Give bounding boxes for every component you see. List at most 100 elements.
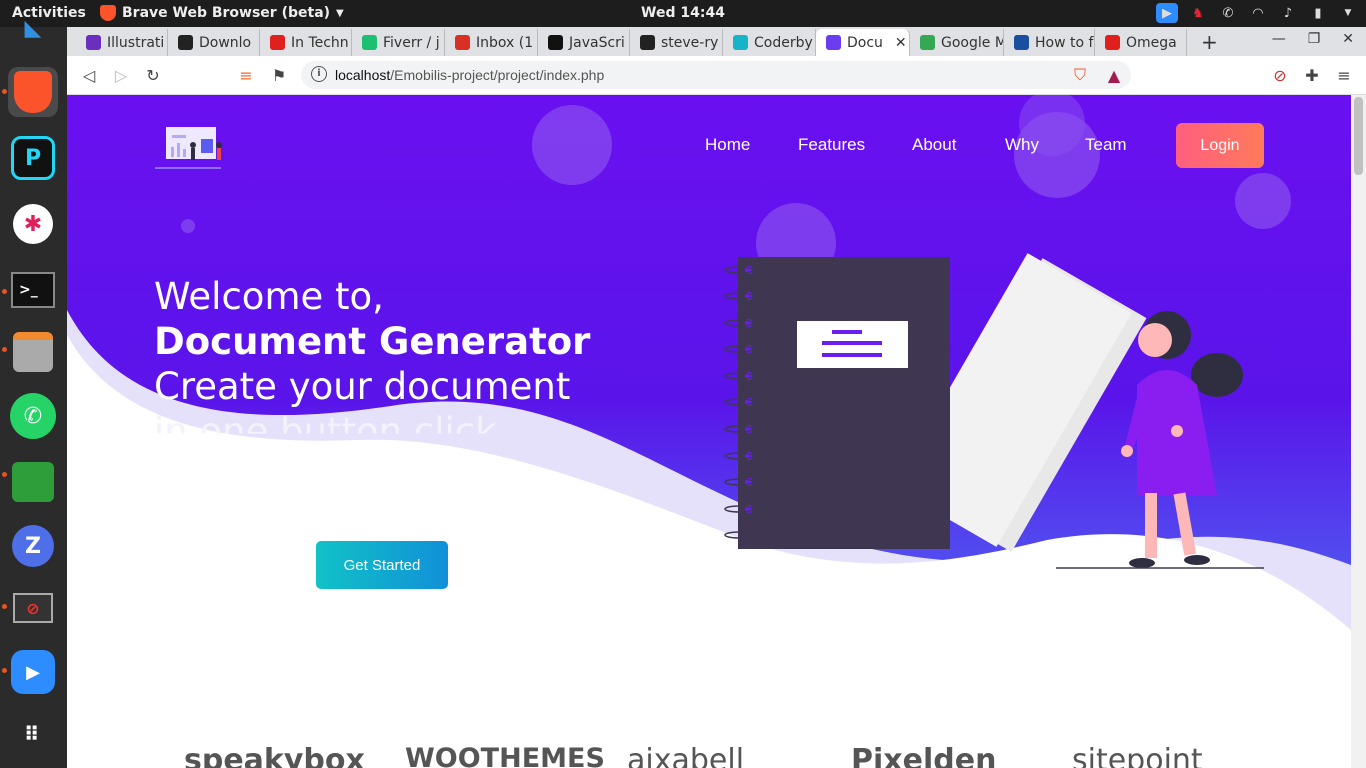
running-indicator (2, 347, 7, 352)
tab-10[interactable]: How to f (1004, 29, 1095, 56)
partner-logo-aixabell: aixabell (627, 743, 745, 768)
reload-icon[interactable]: ↻ (142, 64, 164, 86)
vscode-dock-icon[interactable]: ◣ (8, 13, 58, 43)
dock: ◣ P ✱ >_ ✆ Z ⊘ ▶ ⠿ (0, 16, 67, 768)
tab-favicon-icon (270, 35, 285, 50)
close-tab-icon[interactable]: ✕ (895, 35, 907, 51)
zoom-dock-icon[interactable]: ▶ (8, 647, 58, 697)
page-scrollbar[interactable] (1351, 95, 1366, 768)
whatsapp-tray-icon[interactable]: ✆ (1218, 3, 1238, 23)
nav-home[interactable]: Home (705, 135, 750, 155)
browser-toolbar: ◁ ▷ ↻ ≡ ⚑ i localhost/Emobilis-project/p… (67, 56, 1366, 95)
extension-blocker-icon[interactable]: ⊘ (1269, 64, 1291, 86)
nav-features[interactable]: Features (798, 135, 865, 155)
tab-label: Downlo (199, 34, 252, 51)
tab-favicon-icon (920, 35, 935, 50)
battery-icon[interactable]: ▮ (1308, 3, 1328, 23)
tab-label: Coderby (754, 34, 813, 51)
pycharm-dock-icon[interactable]: P (8, 133, 58, 183)
login-button[interactable]: Login (1176, 123, 1264, 168)
tab-label: In Techn (291, 34, 349, 51)
app-name: Brave Web Browser (beta) (122, 5, 331, 21)
hero-title: Document Generator (154, 320, 591, 363)
address-bar[interactable]: i localhost/Emobilis-project/project/ind… (301, 61, 1131, 89)
tab-favicon-icon (362, 35, 377, 50)
tab-9[interactable]: Google M (910, 29, 1004, 56)
tab-label: Illustrati (107, 34, 165, 51)
nav-team[interactable]: Team (1085, 135, 1127, 155)
zulip-dock-icon[interactable]: Z (8, 521, 58, 571)
tab-label: How to f (1035, 34, 1094, 51)
brave-tray-icon[interactable]: ♞ (1188, 3, 1208, 23)
bookmark-icon[interactable]: ⚑ (268, 64, 290, 86)
files-dock-icon[interactable] (8, 327, 58, 377)
app-menu[interactable]: Brave Web Browser (beta) ▼ (100, 5, 344, 21)
menu-icon[interactable]: ≡ (1333, 64, 1355, 86)
tab-4[interactable]: Inbox (1 (445, 29, 538, 56)
bubble-decoration (1235, 173, 1291, 229)
web-page: Home Features About Why Team Login Welco… (67, 95, 1351, 768)
tab-label: JavaScri (569, 34, 625, 51)
partner-logo-pixelden: Pixelden (851, 743, 997, 768)
brave-dock-icon[interactable] (8, 67, 58, 117)
tab-favicon-icon (826, 35, 841, 50)
partner-logo-speakybox: speakybox (184, 743, 365, 768)
partner-logo-woothemes: WOOTHEMES (405, 743, 605, 768)
tab-0[interactable]: Illustrati (76, 29, 168, 56)
running-indicator (2, 472, 7, 477)
site-info-icon[interactable]: i (311, 66, 327, 82)
terminal-dock-icon[interactable]: >_ (8, 265, 58, 315)
tab-8[interactable]: Docu ✕ (816, 29, 910, 56)
tab-favicon-icon (548, 35, 563, 50)
brave-shields-icon[interactable]: ⛉ (1069, 64, 1091, 86)
clock[interactable]: Wed 14:44 (641, 5, 725, 21)
nav-why[interactable]: Why (1005, 135, 1039, 155)
tab-11[interactable]: Omega (1095, 29, 1187, 56)
wifi-icon[interactable]: ◠ (1248, 3, 1268, 23)
tab-label: Docu (847, 34, 883, 51)
chevron-down-icon[interactable]: ▼ (1338, 3, 1358, 23)
close-window-icon[interactable]: ✕ (1342, 31, 1354, 47)
tab-favicon-icon (640, 35, 655, 50)
running-indicator (2, 289, 7, 294)
volume-icon[interactable]: ♪ (1278, 3, 1298, 23)
tab-label: Google M (941, 34, 1004, 51)
nav-about[interactable]: About (912, 135, 956, 155)
blocked-app-dock-icon[interactable]: ⊘ (8, 583, 58, 633)
tab-3[interactable]: Fiverr / j (352, 29, 445, 56)
extensions-icon[interactable]: ✚ (1301, 64, 1323, 86)
tab-label: Omega (1126, 34, 1177, 51)
tab-label: steve-ry (661, 34, 719, 51)
tab-favicon-icon (455, 35, 470, 50)
tab-favicon-icon (178, 35, 193, 50)
slack-dock-icon[interactable]: ✱ (8, 199, 58, 249)
whatsapp-dock-icon[interactable]: ✆ (8, 391, 58, 441)
back-icon[interactable]: ◁ (78, 64, 100, 86)
restore-icon[interactable]: ❐ (1308, 31, 1321, 47)
bubble-decoration (181, 219, 195, 233)
tab-favicon-icon (86, 35, 101, 50)
scrollbar-thumb[interactable] (1354, 97, 1363, 175)
tab-6[interactable]: steve-ry (630, 29, 723, 56)
tab-1[interactable]: Downlo (168, 29, 260, 56)
tab-5[interactable]: JavaScri (538, 29, 630, 56)
tab-strip: Illustrati Downlo In Techn Fiverr / j Inbox … (67, 27, 1366, 56)
chat-dock-icon[interactable] (8, 457, 58, 507)
tab-label: Inbox (1 (476, 34, 534, 51)
tab-label: Fiverr / j (383, 34, 440, 51)
new-tab-button[interactable]: + (1201, 30, 1218, 54)
partner-logo-sitepoint: sitepoint (1072, 743, 1203, 768)
brave-rewards-icon[interactable]: ▲ (1103, 64, 1125, 86)
tab-7[interactable]: Coderby (723, 29, 816, 56)
hero-subtitle: Create your document (154, 365, 571, 408)
get-started-button[interactable]: Get Started (316, 541, 448, 589)
forward-icon[interactable]: ▷ (110, 64, 132, 86)
running-indicator (2, 668, 7, 673)
tab-2[interactable]: In Techn (260, 29, 352, 56)
minimize-icon[interactable]: — (1272, 31, 1286, 47)
brave-icon (100, 5, 116, 21)
reader-mode-icon[interactable]: ≡ (235, 64, 257, 86)
zoom-tray-icon[interactable]: ▶ (1156, 3, 1178, 23)
show-apps-icon[interactable]: ⠿ (8, 709, 58, 759)
url-text[interactable]: localhost/Emobilis-project/project/index… (335, 67, 604, 83)
